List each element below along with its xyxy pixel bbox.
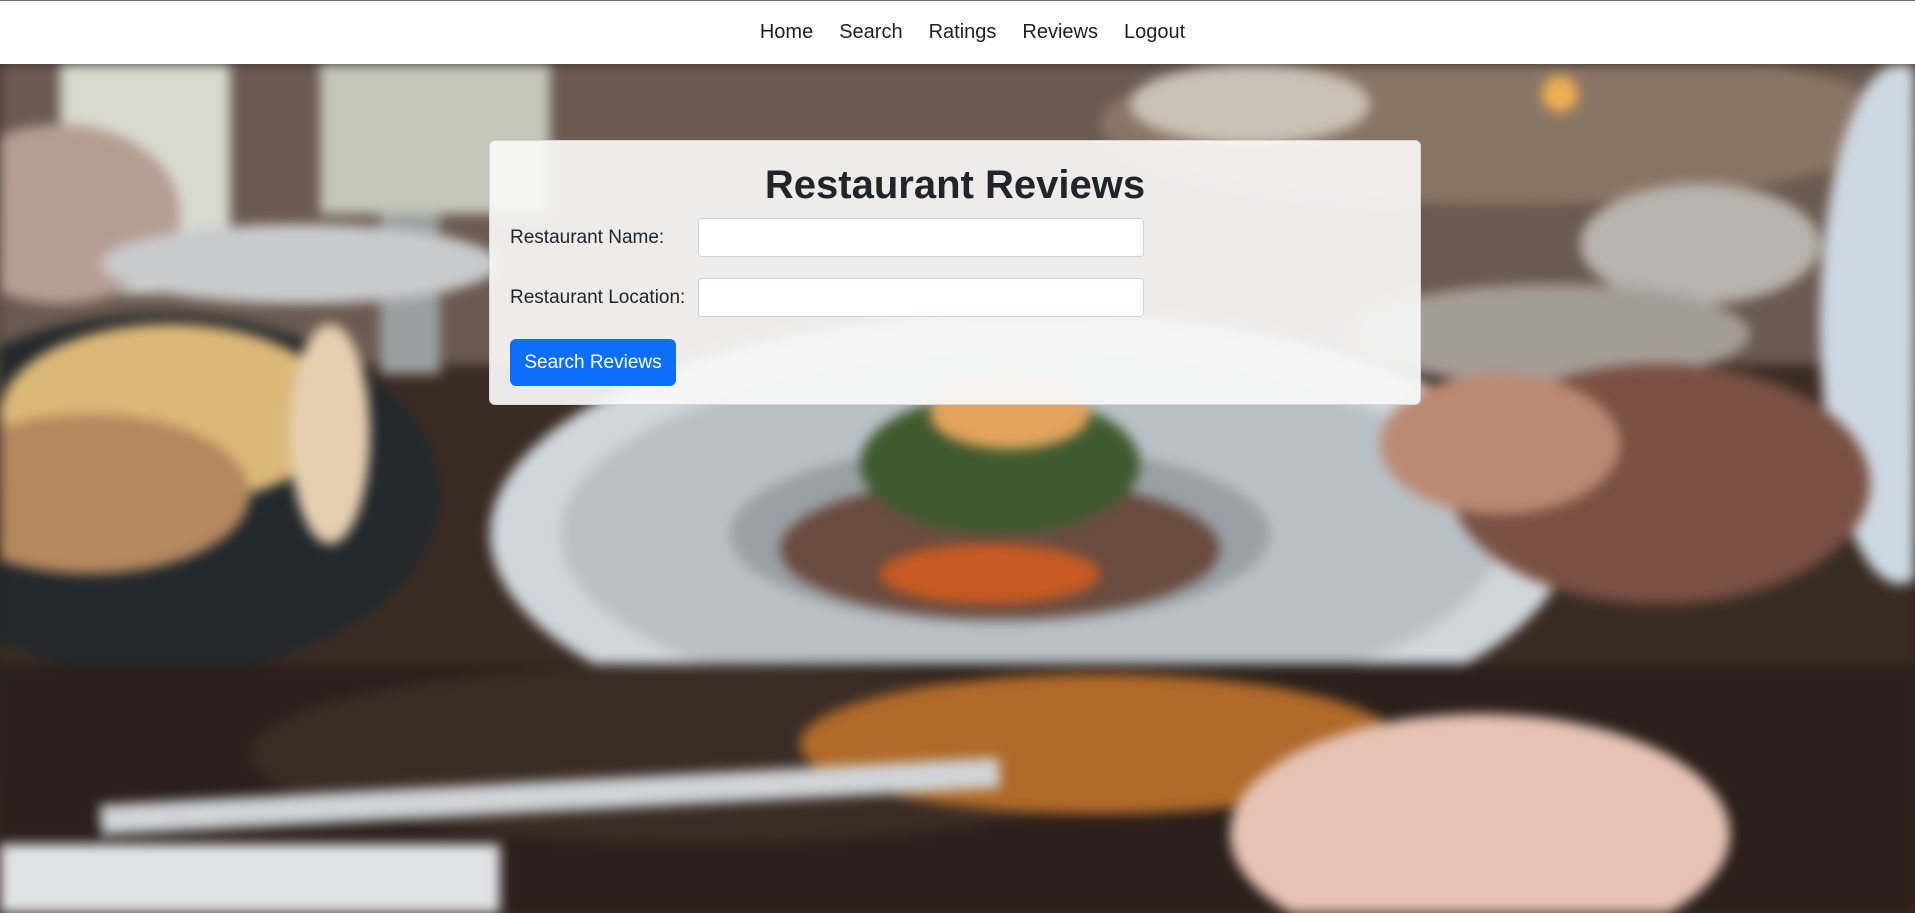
nav-link-reviews[interactable]: Reviews [1009,21,1111,44]
nav-link-logout[interactable]: Logout [1111,21,1198,44]
nav-list: Home Search Ratings Reviews Logout [747,21,1198,44]
nav-link-ratings[interactable]: Ratings [916,21,1010,44]
search-card: Restaurant Reviews Restaurant Name: Rest… [489,140,1421,405]
restaurant-location-row: Restaurant Location: [510,278,1144,317]
restaurant-location-label: Restaurant Location: [510,286,686,308]
search-reviews-button[interactable]: Search Reviews [510,339,676,386]
restaurant-location-input[interactable] [698,278,1144,317]
nav-item-ratings: Ratings [916,21,1010,44]
nav-item-search: Search [826,21,915,44]
restaurant-name-row: Restaurant Name: [510,218,1144,257]
nav-item-reviews: Reviews [1009,21,1111,44]
nav-link-search[interactable]: Search [826,21,915,44]
restaurant-name-label: Restaurant Name: [510,226,665,248]
top-navbar: Home Search Ratings Reviews Logout [0,0,1915,64]
page-title: Restaurant Reviews [764,163,1146,207]
nav-link-home[interactable]: Home [747,21,826,44]
restaurant-name-input[interactable] [698,218,1144,257]
nav-item-home: Home [747,21,826,44]
nav-item-logout: Logout [1111,21,1198,44]
